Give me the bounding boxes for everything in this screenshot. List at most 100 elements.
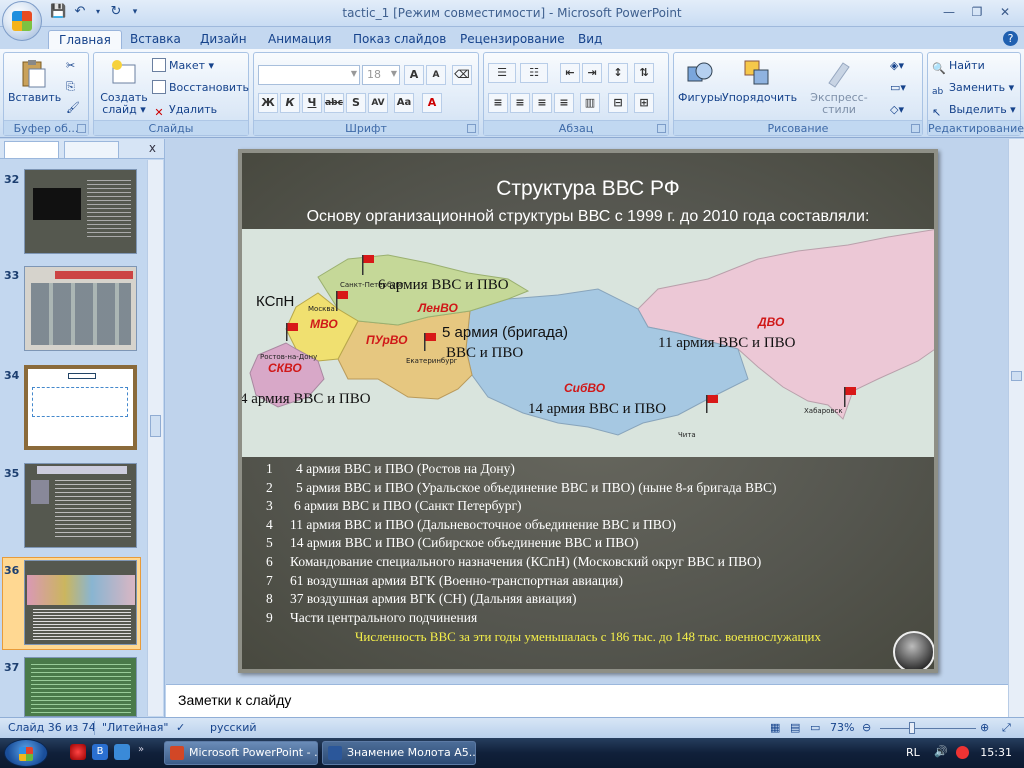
tab-slideshow[interactable]: Показ слайдов <box>343 30 456 49</box>
select-button[interactable]: ↖ Выделить ▾ <box>932 101 1016 119</box>
panel-scrollbar[interactable] <box>147 160 163 716</box>
shape-effects-icon[interactable]: ◇▾ <box>890 101 904 119</box>
scrollbar-thumb[interactable] <box>150 415 161 437</box>
copy-icon[interactable]: ⎘ <box>66 78 75 96</box>
slide-title[interactable]: Структура ВВС РФ <box>242 177 934 201</box>
slide-thumbnail-36[interactable] <box>24 560 137 645</box>
opera-icon[interactable] <box>70 744 86 760</box>
action-button[interactable] <box>893 631 934 669</box>
tab-design[interactable]: Дизайн <box>190 30 257 49</box>
task-document[interactable]: Знамение Молота А5... <box>322 741 476 765</box>
clock[interactable]: 15:31 <box>980 746 1012 759</box>
quick-styles-button[interactable]: Экспресс-стили <box>794 57 884 116</box>
grow-font-button[interactable]: A <box>404 65 424 85</box>
slide-thumbnail-35[interactable] <box>24 463 137 548</box>
smartart-button[interactable]: ⊞ <box>634 93 654 113</box>
shape-outline-icon[interactable]: ▭▾ <box>890 79 906 97</box>
editor-scrollbar[interactable] <box>1008 139 1024 717</box>
launcher-icon[interactable] <box>657 124 666 133</box>
decrease-indent-button[interactable]: ⇤ <box>560 63 580 83</box>
sorter-view-icon[interactable]: ▤ <box>790 721 800 734</box>
numbering-button[interactable]: ☷ <box>520 63 548 83</box>
font-color-button[interactable]: A <box>422 93 442 113</box>
slide-thumbnail-32[interactable] <box>24 169 137 254</box>
more-icon[interactable]: » <box>138 744 144 755</box>
slide-thumbnail-34[interactable] <box>24 365 137 450</box>
fit-to-window-icon[interactable]: ⤢ <box>1002 721 1011 735</box>
layout-button[interactable]: Макет ▾ <box>152 57 214 75</box>
zoom-slider[interactable] <box>880 728 976 729</box>
increase-indent-button[interactable]: ⇥ <box>582 63 602 83</box>
language-indicator[interactable]: русский <box>210 721 257 734</box>
shrink-font-button[interactable]: A <box>426 65 446 85</box>
spellcheck-icon[interactable]: ✓ <box>176 721 185 734</box>
help-icon[interactable]: ? <box>1003 31 1018 46</box>
task-powerpoint[interactable]: Microsoft PowerPoint - ... <box>164 741 318 765</box>
bullets-button[interactable]: ☰ <box>488 63 516 83</box>
start-button[interactable] <box>4 739 48 767</box>
reset-button[interactable]: Восстановить <box>152 79 249 97</box>
keyboard-language[interactable]: RL <box>906 746 920 759</box>
align-center-button[interactable]: ≡ <box>510 93 530 113</box>
clear-format-button[interactable]: ⌫ <box>452 65 472 85</box>
tab-review[interactable]: Рецензирование <box>450 30 575 49</box>
zoom-in-icon[interactable]: ⊕ <box>980 721 989 734</box>
format-painter-icon[interactable]: 🖌 <box>66 99 80 117</box>
text-direction-button[interactable]: ⇅ <box>634 63 654 83</box>
paste-button[interactable]: Вставить <box>8 57 61 104</box>
zoom-level[interactable]: 73% <box>830 721 854 734</box>
replace-button[interactable]: ab Заменить ▾ <box>932 79 1014 97</box>
underline-button[interactable]: Ч <box>302 93 322 113</box>
align-text-button[interactable]: ⊟ <box>608 93 628 113</box>
align-left-button[interactable]: ≡ <box>488 93 508 113</box>
scrollbar-thumb[interactable] <box>1011 371 1022 381</box>
align-right-button[interactable]: ≡ <box>532 93 552 113</box>
maximize-button[interactable]: ❐ <box>964 3 990 21</box>
new-slide-button[interactable]: Создать слайд ▾ <box>98 57 150 116</box>
launcher-icon[interactable] <box>77 124 86 133</box>
close-icon[interactable]: x <box>149 141 156 155</box>
normal-view-icon[interactable]: ▦ <box>770 721 780 734</box>
justify-button[interactable]: ≡ <box>554 93 574 113</box>
tab-animation[interactable]: Анимация <box>258 30 341 49</box>
tab-slides[interactable] <box>4 141 59 158</box>
bold-button[interactable]: Ж <box>258 93 278 113</box>
slide-subtitle[interactable]: Основу организационной структуры ВВС с 1… <box>242 208 934 226</box>
tab-outline[interactable] <box>64 141 119 158</box>
italic-button[interactable]: К <box>280 93 300 113</box>
shadow-button[interactable]: S <box>346 93 366 113</box>
desktop-icon[interactable] <box>114 744 130 760</box>
line-spacing-button[interactable]: ↕ <box>608 63 628 83</box>
slide-thumbnail-37[interactable] <box>24 657 137 717</box>
zoom-slider-thumb[interactable] <box>909 722 915 734</box>
notes-pane[interactable]: Заметки к слайду <box>166 684 1008 717</box>
zoom-out-icon[interactable]: ⊖ <box>862 721 871 734</box>
launcher-icon[interactable] <box>911 124 920 133</box>
volume-icon[interactable]: 🔊 <box>934 745 948 758</box>
tab-view[interactable]: Вид <box>568 30 612 49</box>
font-name-combo[interactable]: ▼ <box>258 65 360 85</box>
tab-home[interactable]: Главная <box>48 30 122 49</box>
russia-map[interactable]: МВО ЛенВО ПУрВО СКВО СибВО ДВО Санкт-Пет… <box>242 229 934 457</box>
delete-slide-button[interactable]: ✕ Удалить <box>152 101 217 119</box>
slideshow-view-icon[interactable]: ▭ <box>810 721 820 734</box>
columns-button[interactable]: ▥ <box>580 93 600 113</box>
cut-icon[interactable]: ✂ <box>66 57 75 75</box>
slide-canvas[interactable]: Структура ВВС РФ Основу организационной … <box>238 149 938 673</box>
office-button[interactable] <box>2 1 42 41</box>
army-list[interactable]: 14 армия ВВС и ПВО (Ростов на Дону) 25 а… <box>266 461 926 628</box>
shapes-button[interactable]: Фигуры <box>678 57 723 104</box>
spacing-button[interactable]: AV <box>368 93 388 113</box>
minimize-button[interactable]: — <box>936 3 962 21</box>
case-button[interactable]: Aa <box>394 93 414 113</box>
vk-icon[interactable]: B <box>92 744 108 760</box>
strikethrough-button[interactable]: abc <box>324 93 344 113</box>
close-button[interactable]: ✕ <box>992 3 1018 21</box>
find-button[interactable]: 🔍 Найти <box>932 57 985 75</box>
tray-app-icon[interactable] <box>956 746 969 759</box>
shape-fill-icon[interactable]: ◈▾ <box>890 57 904 75</box>
tab-insert[interactable]: Вставка <box>120 30 191 49</box>
slide-thumbnail-33[interactable] <box>24 266 137 351</box>
font-size-combo[interactable]: 18 ▼ <box>362 65 400 85</box>
arrange-button[interactable]: Упорядочить <box>722 57 797 104</box>
